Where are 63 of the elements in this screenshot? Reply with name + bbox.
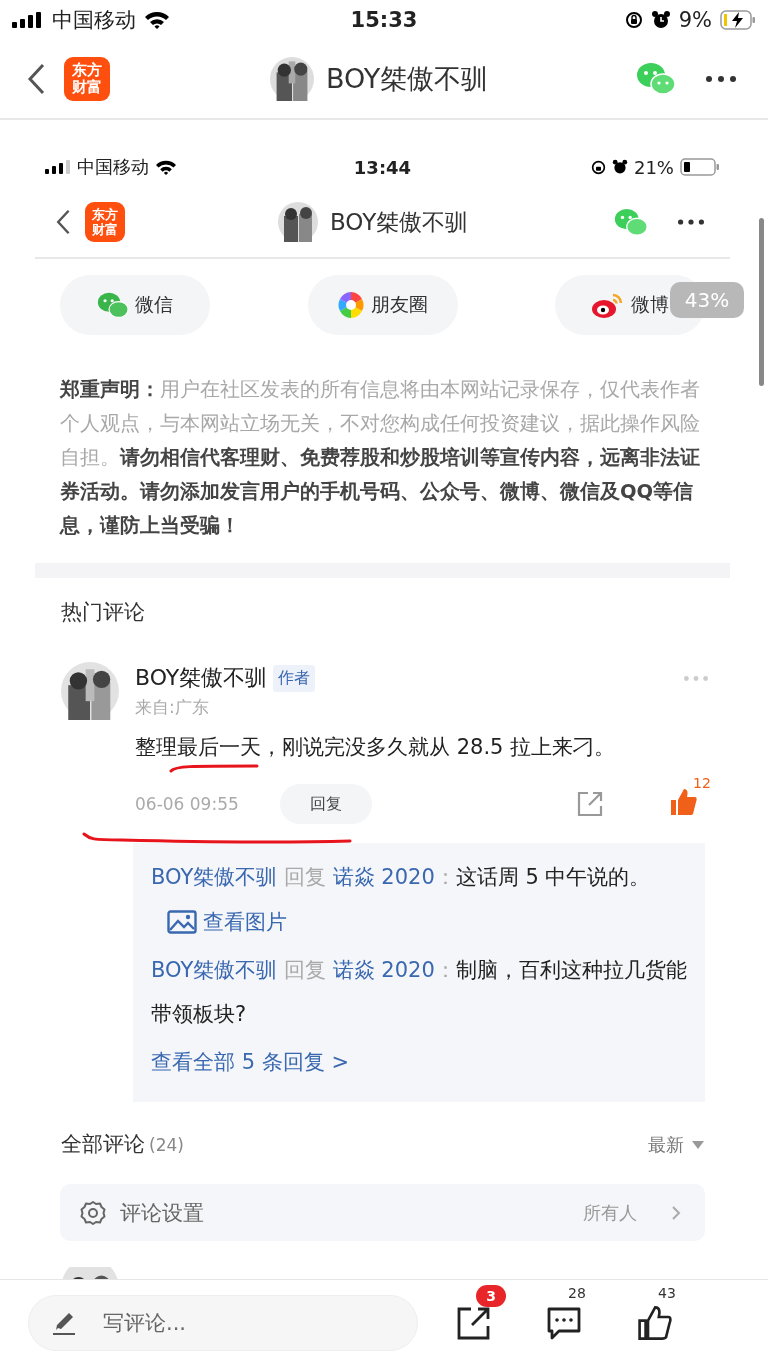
battery-icon (680, 158, 720, 176)
more-icon[interactable] (678, 219, 704, 225)
reply-text: BOY桀傲不驯 回复 诺焱 2020：这话周 5 中午说的。 查看图片 (151, 855, 687, 944)
header-title: BOY桀傲不驯 (330, 207, 469, 237)
weibo-icon (591, 291, 625, 319)
comment-count: 28 (568, 1285, 586, 1301)
clock: 13:44 (353, 156, 412, 178)
clock: 15:33 (350, 8, 418, 32)
scroll-percentage: 43% (670, 282, 744, 318)
thumbs-up-icon[interactable] (668, 787, 698, 817)
image-icon (167, 910, 197, 934)
notification-badge: 3 (476, 1285, 506, 1307)
battery-percent: 21% (633, 156, 674, 178)
reply-button[interactable]: 回复 (280, 784, 372, 824)
wechat-icon (97, 291, 129, 319)
app-logo[interactable]: 东方 财富 (85, 202, 125, 242)
disclaimer: 郑重声明：用户在社区发表的所有信息将由本网站记录保存，仅代表作者个人观点，与本网站立场无关，不对您构成任何投资建议，据此操作风险自担。请勿相信代客理财、免费荐股和炒股培训等宣传内容，远离非法证券活动。请勿添加发言用户的手机号码、公众号、微博、微信及QQ等信息，谨防上当受骗！ (60, 377, 701, 539)
reply-text: BOY桀傲不驯 回复 诺焱 2020：制脑，百利这种拉几货能带领板块? (151, 957, 687, 1028)
author-tag: 作者 (273, 664, 316, 692)
section-title: 热门评论 (60, 599, 146, 626)
header-title: BOY桀傲不驯 (326, 62, 489, 96)
back-icon[interactable] (26, 63, 46, 95)
thumbs-up-icon[interactable] (636, 1305, 672, 1341)
comment-icon[interactable] (546, 1305, 582, 1341)
alarm-icon (650, 10, 671, 30)
rotation-lock-icon (624, 11, 643, 29)
back-icon[interactable] (55, 208, 71, 236)
carrier: 中国移动 (77, 155, 149, 179)
settings-label: 评论设置 (120, 1199, 204, 1227)
comment-input[interactable]: 写评论... (28, 1295, 418, 1351)
carrier: 中国移动 (52, 7, 136, 34)
view-all-replies-link[interactable]: 查看全部 5 条回复 > (151, 1040, 349, 1084)
comment-settings-row[interactable]: 评论设置 所有人 (60, 1184, 705, 1241)
section-title: 全部评论 (61, 1131, 145, 1158)
rotation-lock-icon (590, 159, 606, 175)
like-count: 43 (658, 1285, 676, 1301)
caret-icon (692, 1141, 704, 1149)
share-option[interactable]: 朋友圈 (307, 275, 458, 335)
battery-charging-icon (720, 10, 756, 30)
settings-icon (80, 1199, 106, 1226)
signal-icon (12, 12, 44, 28)
share-option[interactable]: 微信 (60, 275, 210, 335)
signal-icon (45, 160, 71, 174)
view-image-link[interactable]: 查看图片 (167, 900, 287, 944)
settings-value: 所有人 (583, 1200, 637, 1225)
app-logo[interactable]: 东方 财富 (64, 57, 110, 101)
like-count: 12 (693, 775, 711, 791)
wifi-icon (144, 11, 170, 29)
more-icon[interactable] (706, 76, 736, 82)
alarm-icon (611, 159, 628, 175)
battery-percent: 9% (678, 8, 712, 32)
sort-dropdown[interactable]: 最新 (648, 1133, 704, 1157)
pencil-icon (52, 1310, 76, 1336)
timestamp: 06-06 09:55 (135, 794, 240, 814)
location: 来自:广东 (135, 696, 210, 719)
scrollbar[interactable] (759, 218, 764, 386)
share-icon[interactable] (456, 1305, 492, 1341)
aperture-icon (337, 291, 365, 319)
wifi-icon (155, 159, 177, 175)
comment-text: 整理最后一天，刚说完没多久就从 28.5 拉上来刁。 (135, 734, 617, 761)
comment-count: (24) (149, 1135, 184, 1155)
chevron-right-icon (671, 1204, 681, 1221)
author-name[interactable]: BOY桀傲不驯 (135, 663, 268, 693)
